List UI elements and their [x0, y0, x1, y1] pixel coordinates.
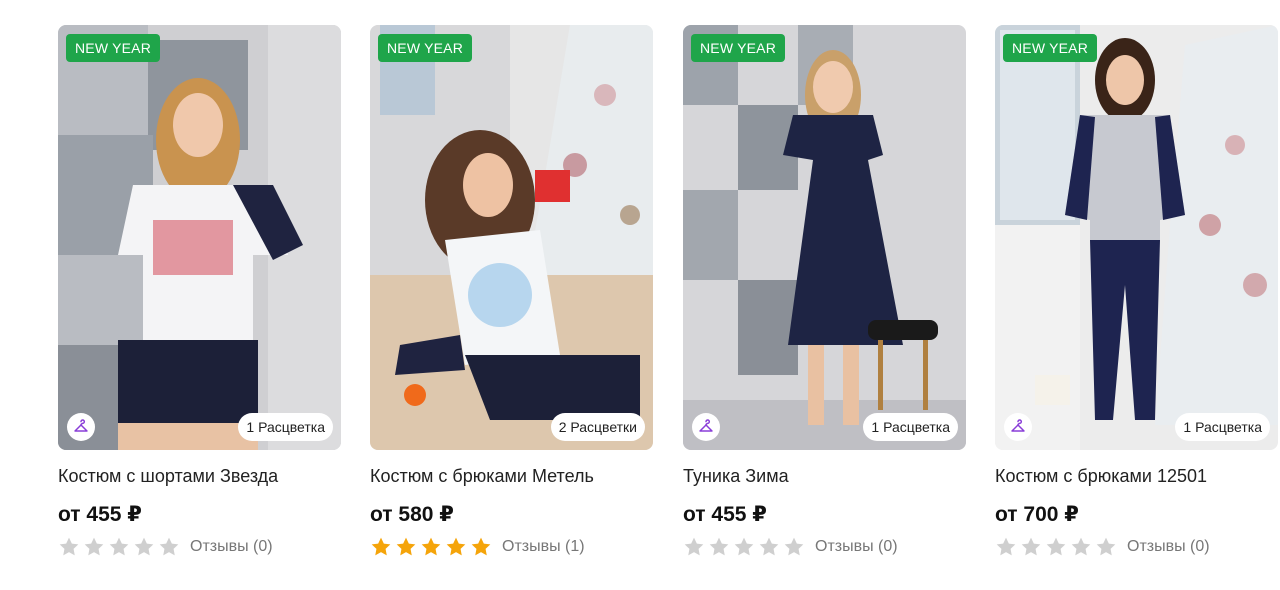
new-year-badge: NEW YEAR — [378, 34, 473, 62]
product-rating: Отзывы (0) — [683, 536, 966, 557]
star-icon — [396, 537, 416, 556]
color-count-badge[interactable]: 1 Расцветка — [863, 413, 958, 441]
product-image — [370, 25, 653, 450]
rating-stars — [370, 536, 492, 557]
star-icon — [446, 537, 466, 556]
star-icon — [1046, 537, 1066, 556]
star-icon — [371, 537, 391, 556]
star-icon — [159, 537, 179, 556]
product-grid: NEW YEAR 1 Расцветка Костюм с шортами Зв… — [0, 0, 1280, 590]
product-card[interactable]: NEW YEAR 1 Расцветка Туника Зима от 455 … — [683, 25, 966, 557]
product-card[interactable]: NEW YEAR 2 Расцветки Костюм с брюками Ме… — [370, 25, 653, 557]
star-icon — [684, 537, 704, 556]
star-icon — [84, 537, 104, 556]
star-icon — [1021, 537, 1041, 556]
product-rating: Отзывы (1) — [370, 536, 653, 557]
product-price: от 700 ₽ — [995, 503, 1079, 526]
color-count-badge[interactable]: 2 Расцветки — [550, 413, 645, 441]
star-icon — [996, 537, 1016, 556]
color-count-badge[interactable]: 1 Расцветка — [1175, 413, 1270, 441]
product-card[interactable]: NEW YEAR 1 Расцветка Костюм с шортами Зв… — [58, 25, 341, 557]
star-icon — [109, 537, 129, 556]
product-photo[interactable]: NEW YEAR 1 Расцветка — [995, 25, 1278, 450]
product-title[interactable]: Костюм с брюками 12501 — [995, 465, 1278, 487]
product-rating: Отзывы (0) — [58, 536, 341, 557]
product-photo[interactable]: NEW YEAR 1 Расцветка — [683, 25, 966, 450]
new-year-badge: NEW YEAR — [691, 34, 786, 62]
star-icon — [759, 537, 779, 556]
reviews-link[interactable]: Отзывы (1) — [502, 538, 585, 556]
product-card[interactable]: NEW YEAR 1 Расцветка Костюм с брюками 12… — [995, 25, 1278, 557]
hanger-icon[interactable] — [1004, 413, 1032, 441]
star-icon — [1071, 537, 1091, 556]
star-icon — [1096, 537, 1116, 556]
product-title[interactable]: Костюм с брюками Метель — [370, 465, 653, 487]
reviews-link[interactable]: Отзывы (0) — [1127, 538, 1210, 556]
star-icon — [134, 537, 154, 556]
star-icon — [59, 537, 79, 556]
star-icon — [421, 537, 441, 556]
rating-stars — [683, 536, 805, 557]
rating-stars — [995, 536, 1117, 557]
product-image — [995, 25, 1278, 450]
hanger-icon[interactable] — [67, 413, 95, 441]
new-year-badge: NEW YEAR — [1003, 34, 1098, 62]
star-icon — [471, 537, 491, 556]
product-price: от 455 ₽ — [58, 503, 142, 526]
star-icon — [734, 537, 754, 556]
product-image — [58, 25, 341, 450]
new-year-badge: NEW YEAR — [66, 34, 161, 62]
product-image — [683, 25, 966, 450]
product-title[interactable]: Костюм с шортами Звезда — [58, 465, 341, 487]
product-rating: Отзывы (0) — [995, 536, 1278, 557]
product-price: от 580 ₽ — [370, 503, 454, 526]
star-icon — [709, 537, 729, 556]
product-photo[interactable]: NEW YEAR 1 Расцветка — [58, 25, 341, 450]
hanger-icon[interactable] — [692, 413, 720, 441]
product-photo[interactable]: NEW YEAR 2 Расцветки — [370, 25, 653, 450]
reviews-link[interactable]: Отзывы (0) — [815, 538, 898, 556]
star-icon — [784, 537, 804, 556]
reviews-link[interactable]: Отзывы (0) — [190, 538, 273, 556]
product-title[interactable]: Туника Зима — [683, 465, 966, 487]
product-price: от 455 ₽ — [683, 503, 767, 526]
color-count-badge[interactable]: 1 Расцветка — [238, 413, 333, 441]
rating-stars — [58, 536, 180, 557]
